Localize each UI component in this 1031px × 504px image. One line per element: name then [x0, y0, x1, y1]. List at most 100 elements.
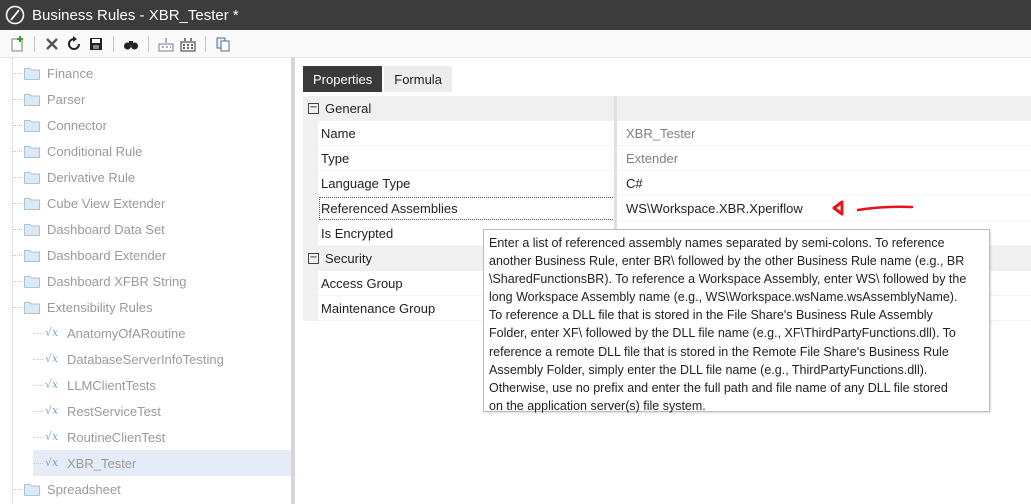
tooltip-line: Folder, enter XF\ followed by the DLL fi…	[489, 326, 956, 341]
tab-properties[interactable]: Properties	[303, 66, 383, 92]
folder-icon	[24, 93, 40, 106]
tree-connector	[12, 488, 22, 490]
business-rule-icon: √x	[45, 378, 59, 391]
tree-item-spreadsheet[interactable]: Spreadsheet	[12, 476, 292, 502]
tree-item-label: XBR_Tester	[67, 455, 137, 471]
copy-icon[interactable]	[212, 33, 234, 55]
compile-all-icon[interactable]	[177, 33, 199, 55]
tree-item-derivative-rule[interactable]: Derivative Rule	[12, 164, 292, 190]
tooltip-line: reference a remote DLL file that is stor…	[489, 344, 949, 359]
tree-item-cube-view-extender[interactable]: Cube View Extender	[12, 190, 292, 216]
save-icon[interactable]	[85, 33, 107, 55]
collapse-toggle-icon[interactable]: −	[308, 103, 319, 114]
tree-item-parser[interactable]: Parser	[12, 86, 292, 112]
grid-gutter	[303, 271, 318, 321]
tree-item-label: DatabaseServerInfoTesting	[67, 351, 224, 367]
tree-item-label: AnatomyOfARoutine	[67, 325, 186, 341]
tooltip-line: another Business Rule, enter BR\ followe…	[489, 254, 965, 269]
refresh-icon[interactable]	[63, 33, 85, 55]
property-row-name[interactable]: Name XBR_Tester	[318, 121, 1031, 146]
property-row-referenced-assemblies[interactable]: Referenced Assemblies WS\Workspace.XBR.X…	[318, 196, 1031, 221]
tooltip-line: long Workspace Assembly name (e.g., WS\W…	[489, 290, 958, 305]
tree-item-dashboard-data-set[interactable]: Dashboard Data Set	[12, 216, 292, 242]
tree-connector	[33, 462, 43, 464]
tree-item-dashboard-extender[interactable]: Dashboard Extender	[12, 242, 292, 268]
tree-connector	[33, 436, 43, 438]
property-row-type[interactable]: Type Extender	[318, 146, 1031, 171]
tab-strip: Properties Formula	[303, 66, 454, 92]
referenced-assemblies-input[interactable]: WS\Workspace.XBR.Xperiflow	[622, 196, 1031, 221]
property-value[interactable]: C#	[622, 171, 1031, 196]
tree-item-label: Dashboard Data Set	[47, 221, 165, 237]
folder-icon	[24, 301, 40, 314]
tree-item-routineclientest[interactable]: √x RoutineClienTest	[33, 424, 292, 450]
tab-formula[interactable]: Formula	[384, 66, 452, 92]
tree-connector	[12, 72, 22, 74]
tree-item-extensibility-rules[interactable]: Extensibility Rules	[12, 294, 292, 320]
property-row-language-type[interactable]: Language Type C#	[318, 171, 1031, 196]
delete-icon[interactable]	[41, 33, 63, 55]
business-rule-icon: √x	[45, 326, 59, 339]
tree-item-label: RoutineClienTest	[67, 429, 166, 445]
category-general[interactable]: − General	[303, 96, 1031, 121]
business-rule-icon: √x	[45, 404, 59, 417]
compile-icon[interactable]	[155, 33, 177, 55]
tree-item-label: Extensibility Rules	[47, 299, 153, 315]
business-rule-icon: √x	[45, 456, 59, 469]
property-value[interactable]: XBR_Tester	[622, 121, 1031, 146]
folder-icon	[24, 275, 40, 288]
tooltip-line: Otherwise, use no prefix and enter the f…	[489, 380, 948, 395]
tree-item-label: Spreadsheet	[47, 481, 121, 497]
tree-item-label: LLMClientTests	[67, 377, 156, 393]
tree-item-llmclienttests[interactable]: √x LLMClientTests	[33, 372, 292, 398]
business-rule-icon: √x	[45, 352, 59, 365]
collapse-toggle-icon[interactable]: −	[308, 253, 319, 264]
tree-item-label: Conditional Rule	[47, 143, 143, 159]
tree-item-label: Parser	[47, 91, 86, 107]
business-rules-tree: Finance Parser Connector Conditional Rule De…	[0, 58, 293, 504]
tree-connector	[33, 410, 43, 412]
tree-item-connector[interactable]: Connector	[12, 112, 292, 138]
tree-item-xbr-tester[interactable]: √x XBR_Tester	[33, 450, 292, 476]
red-arrow-annotation	[832, 200, 914, 216]
folder-icon	[24, 119, 40, 132]
folder-icon	[24, 67, 40, 80]
window-title: Business Rules - XBR_Tester *	[32, 6, 239, 24]
tree-connector	[12, 202, 22, 204]
tree-item-label: Cube View Extender	[47, 195, 166, 211]
tree-item-anatomyofaroutine[interactable]: √x AnatomyOfARoutine	[33, 320, 292, 346]
toolbar-separator	[205, 35, 206, 52]
folder-icon	[24, 483, 40, 496]
category-label: General	[325, 101, 372, 116]
referenced-assemblies-tooltip: Enter a list of referenced assembly name…	[483, 229, 990, 413]
tree-item-label: Dashboard XFBR String	[47, 273, 187, 289]
tree-item-restservicetest[interactable]: √x RestServiceTest	[33, 398, 292, 424]
property-name: Type	[321, 151, 350, 166]
toolbar-separator	[113, 35, 114, 52]
add-rule-icon[interactable]	[6, 33, 28, 55]
tree-scrollbar[interactable]	[291, 58, 295, 504]
tree-item-finance[interactable]: Finance	[12, 60, 292, 86]
business-rule-icon: √x	[45, 430, 59, 443]
tooltip-line: To reference a DLL file that is stored i…	[489, 308, 933, 323]
app-logo-icon	[5, 5, 25, 25]
tree-item-databaseserverinfotesting[interactable]: √x DatabaseServerInfoTesting	[33, 346, 292, 372]
tree-connector	[12, 124, 22, 126]
tree-connector	[12, 98, 22, 100]
tree-connector	[33, 384, 43, 386]
toolbar	[0, 30, 1031, 58]
tooltip-line: Enter a list of referenced assembly name…	[489, 236, 945, 250]
tree-connector	[12, 280, 22, 282]
search-icon[interactable]	[120, 33, 142, 55]
property-name: Referenced Assemblies	[318, 196, 618, 221]
toolbar-separator	[34, 35, 35, 52]
tree-item-conditional-rule[interactable]: Conditional Rule	[12, 138, 292, 164]
tree-connector	[12, 306, 22, 308]
tree-connector	[12, 228, 22, 230]
property-value[interactable]: Extender	[622, 146, 1031, 171]
tree-item-label: RestServiceTest	[67, 403, 161, 419]
tree-connector	[33, 332, 43, 334]
tree-connector	[12, 150, 22, 152]
tree-item-dashboard-xfbr-string[interactable]: Dashboard XFBR String	[12, 268, 292, 294]
property-name: Language Type	[321, 176, 411, 191]
